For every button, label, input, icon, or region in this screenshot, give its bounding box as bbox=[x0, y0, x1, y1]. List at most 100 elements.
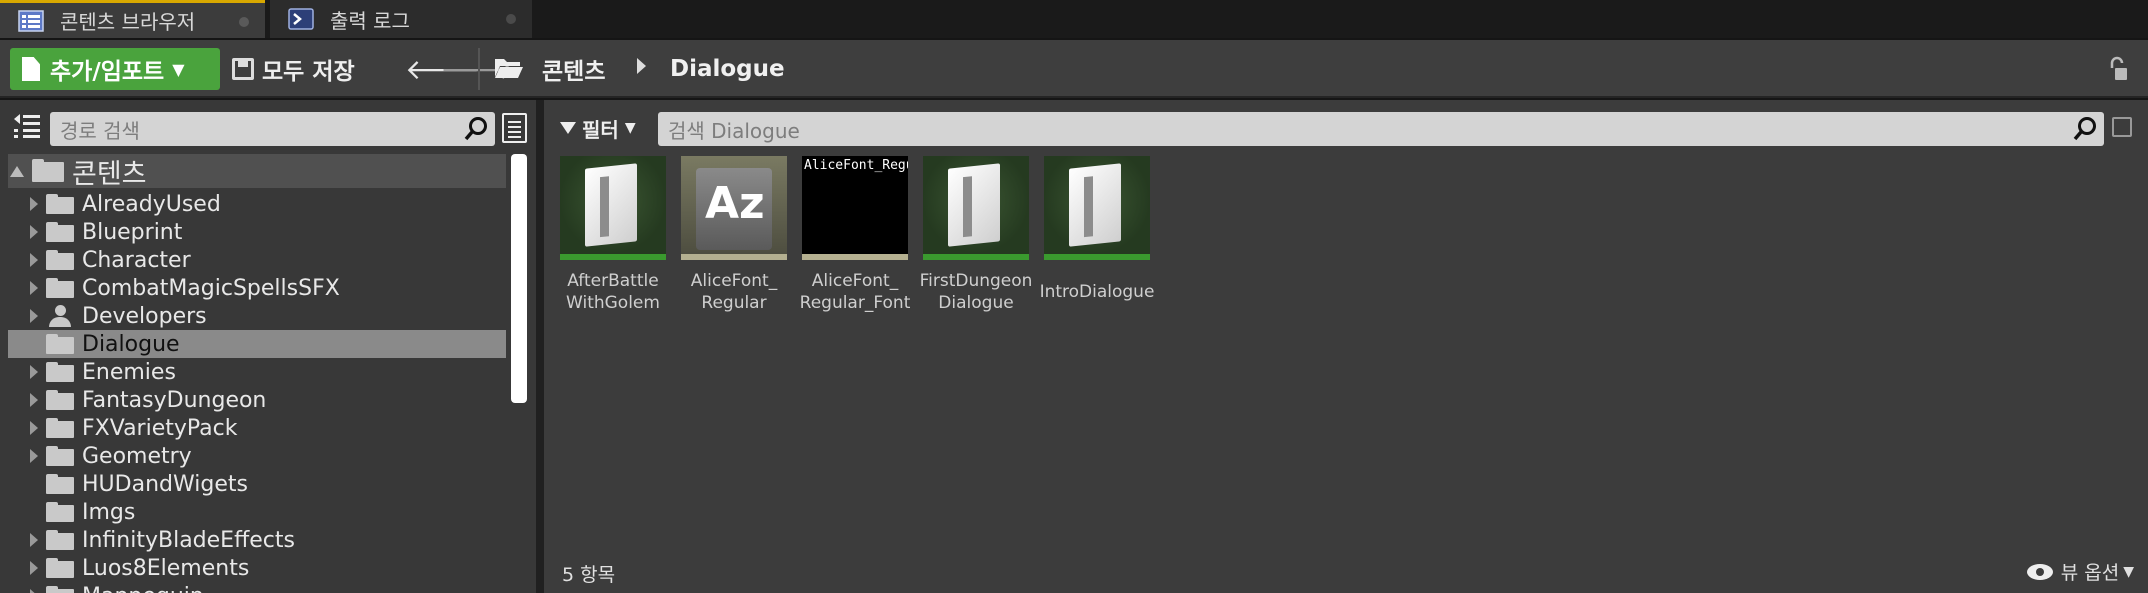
tree-scrollbar[interactable] bbox=[511, 154, 527, 403]
tree-item-developers[interactable]: Developers bbox=[8, 302, 506, 330]
expand-arrow-icon[interactable] bbox=[30, 421, 38, 435]
tab-close-icon[interactable] bbox=[506, 14, 516, 24]
sources-toggle-icon[interactable] bbox=[12, 112, 42, 140]
expand-arrow-icon[interactable] bbox=[30, 309, 38, 323]
open-folder-icon[interactable] bbox=[494, 56, 524, 80]
tree-item-label: Imgs bbox=[82, 499, 136, 525]
expand-arrow-icon[interactable] bbox=[30, 365, 38, 379]
folder-icon bbox=[46, 474, 74, 494]
tree-item-label: Dialogue bbox=[82, 331, 180, 357]
asset-label-line1: FirstDungeon bbox=[919, 271, 1033, 291]
search-icon[interactable] bbox=[463, 116, 489, 142]
expand-arrow-icon[interactable] bbox=[30, 561, 38, 575]
expand-arrow-icon[interactable] bbox=[10, 165, 24, 177]
dialogue-asset-thumbnail bbox=[923, 156, 1029, 260]
asset-label-line2: Regular_Font bbox=[799, 293, 911, 313]
tree-item-content-root[interactable]: 콘텐츠 bbox=[8, 154, 506, 190]
folder-icon bbox=[46, 222, 74, 242]
asset-tile-introdialogue[interactable]: IntroDialogue bbox=[1038, 156, 1156, 303]
tree-item-imgs[interactable]: Imgs bbox=[8, 498, 506, 526]
tree-item-label: Luos8Elements bbox=[82, 555, 250, 581]
dialogue-asset-thumbnail bbox=[560, 156, 666, 260]
view-options-button[interactable]: 뷰 옵션 ▼ bbox=[2026, 558, 2134, 585]
breadcrumb-separator-icon[interactable] bbox=[637, 58, 646, 74]
person-icon bbox=[46, 305, 74, 327]
tab-close-icon[interactable] bbox=[239, 17, 249, 27]
font-asset-thumbnail: Az bbox=[681, 156, 787, 260]
path-search-input[interactable]: 경로 검색 bbox=[50, 112, 495, 146]
item-count: 5 항목 bbox=[562, 564, 616, 586]
expand-arrow-icon[interactable] bbox=[30, 393, 38, 407]
asset-tile-firstdungeondialogue[interactable]: FirstDungeon Dialogue bbox=[917, 156, 1035, 314]
add-import-label: 추가/임포트 bbox=[50, 59, 165, 85]
folder-icon bbox=[46, 194, 74, 214]
output-log-icon bbox=[288, 8, 314, 30]
tab-output-log[interactable]: 출력 로그 bbox=[270, 0, 532, 38]
dialogue-wave-icon bbox=[948, 163, 1000, 247]
tree-item-fxvarietypack[interactable]: FXVarietyPack bbox=[8, 414, 506, 442]
tree-item-enemies[interactable]: Enemies bbox=[8, 358, 506, 386]
expand-arrow-icon[interactable] bbox=[30, 253, 38, 267]
view-options-label: 뷰 옵션 bbox=[2060, 562, 2120, 584]
tree-item-combatmagicspellssfx[interactable]: CombatMagicSpellsSFX bbox=[8, 274, 506, 302]
tree-item-label: Character bbox=[82, 247, 191, 273]
tree-item-label: FXVarietyPack bbox=[82, 415, 238, 441]
expand-arrow-icon[interactable] bbox=[30, 197, 38, 211]
tree-item-label: Enemies bbox=[82, 359, 176, 385]
filter-button[interactable]: 필터 ▼ bbox=[560, 114, 636, 142]
chevron-down-icon: ▼ bbox=[624, 120, 636, 136]
tree-item-label: Geometry bbox=[82, 443, 192, 469]
save-search-icon[interactable] bbox=[2112, 117, 2132, 137]
tree-item-label: CombatMagicSpellsSFX bbox=[82, 275, 340, 301]
expand-arrow-icon[interactable] bbox=[30, 449, 38, 463]
tab-content-browser[interactable]: 콘텐츠 브라우저 bbox=[0, 0, 265, 38]
font-glyph: Az bbox=[705, 178, 765, 229]
asset-label-line2: Regular bbox=[701, 293, 767, 313]
expand-arrow-icon[interactable] bbox=[30, 533, 38, 547]
content-browser-icon bbox=[18, 9, 44, 32]
tree-item-character[interactable]: Character bbox=[8, 246, 506, 274]
save-all-label: 모두 저장 bbox=[262, 59, 355, 85]
expand-arrow-icon[interactable] bbox=[30, 281, 38, 295]
tree-item-alreadyused[interactable]: AlreadyUsed bbox=[8, 190, 506, 218]
folder-icon bbox=[46, 586, 74, 593]
search-icon[interactable] bbox=[2072, 116, 2098, 142]
folder-icon bbox=[46, 362, 74, 382]
tree-item-blueprint[interactable]: Blueprint bbox=[8, 218, 506, 246]
toolbar: 추가/임포트 ▼ 모두 저장 🡐 🡒 콘텐츠 Dialogue bbox=[0, 40, 2148, 98]
eye-icon bbox=[2026, 563, 2053, 580]
breadcrumb-content[interactable]: 콘텐츠 bbox=[542, 48, 605, 90]
dialogue-wave-icon bbox=[585, 163, 637, 247]
breadcrumb-dialogue[interactable]: Dialogue bbox=[670, 48, 785, 90]
asset-tile-alicefont-regular[interactable]: Az AliceFont_ Regular bbox=[675, 156, 793, 314]
asset-label-line2: WithGolem bbox=[566, 293, 660, 313]
save-all-button[interactable]: 모두 저장 bbox=[232, 48, 355, 90]
sources-search-row: 경로 검색 bbox=[0, 100, 536, 150]
folder-icon bbox=[32, 159, 64, 183]
chevron-down-icon: ▼ bbox=[2123, 563, 2134, 580]
asset-label: AliceFont_ Regular bbox=[675, 270, 793, 314]
asset-tile-alicefont-regular-font[interactable]: AliceFont_Regular AliceFont_ Regular_Fon… bbox=[796, 156, 914, 314]
add-import-button[interactable]: 추가/임포트 ▼ bbox=[10, 48, 220, 90]
tree-item-luos8elements[interactable]: Luos8Elements bbox=[8, 554, 506, 582]
panel-splitter[interactable] bbox=[536, 100, 544, 593]
tree-item-hudandwigets[interactable]: HUDandWigets bbox=[8, 470, 506, 498]
asset-tile-afterbattlewithgolem[interactable]: AfterBattle WithGolem bbox=[554, 156, 672, 314]
tree-item-fantasydungeon[interactable]: FantasyDungeon bbox=[8, 386, 506, 414]
folder-icon bbox=[46, 446, 74, 466]
dialogue-asset-thumbnail bbox=[1044, 156, 1150, 260]
tree-item-label: HUDandWigets bbox=[82, 471, 248, 497]
folder-icon bbox=[46, 390, 74, 410]
asset-label: IntroDialogue bbox=[1038, 281, 1156, 303]
list-view-icon[interactable] bbox=[502, 113, 527, 143]
tree-item-mannequin[interactable]: Mannequin bbox=[8, 582, 506, 593]
chevron-down-icon: ▼ bbox=[172, 59, 185, 79]
folder-icon bbox=[46, 530, 74, 550]
unlock-icon[interactable] bbox=[2106, 56, 2128, 82]
tree-item-geometry[interactable]: Geometry bbox=[8, 442, 506, 470]
expand-arrow-icon[interactable] bbox=[30, 225, 38, 239]
expand-arrow-icon[interactable] bbox=[30, 589, 38, 593]
tree-item-dialogue[interactable]: Dialogue bbox=[8, 330, 506, 358]
tree-item-infinitybladeeffects[interactable]: InfinityBladeEffects bbox=[8, 526, 506, 554]
asset-search-input[interactable]: 검색 Dialogue bbox=[658, 112, 2104, 146]
